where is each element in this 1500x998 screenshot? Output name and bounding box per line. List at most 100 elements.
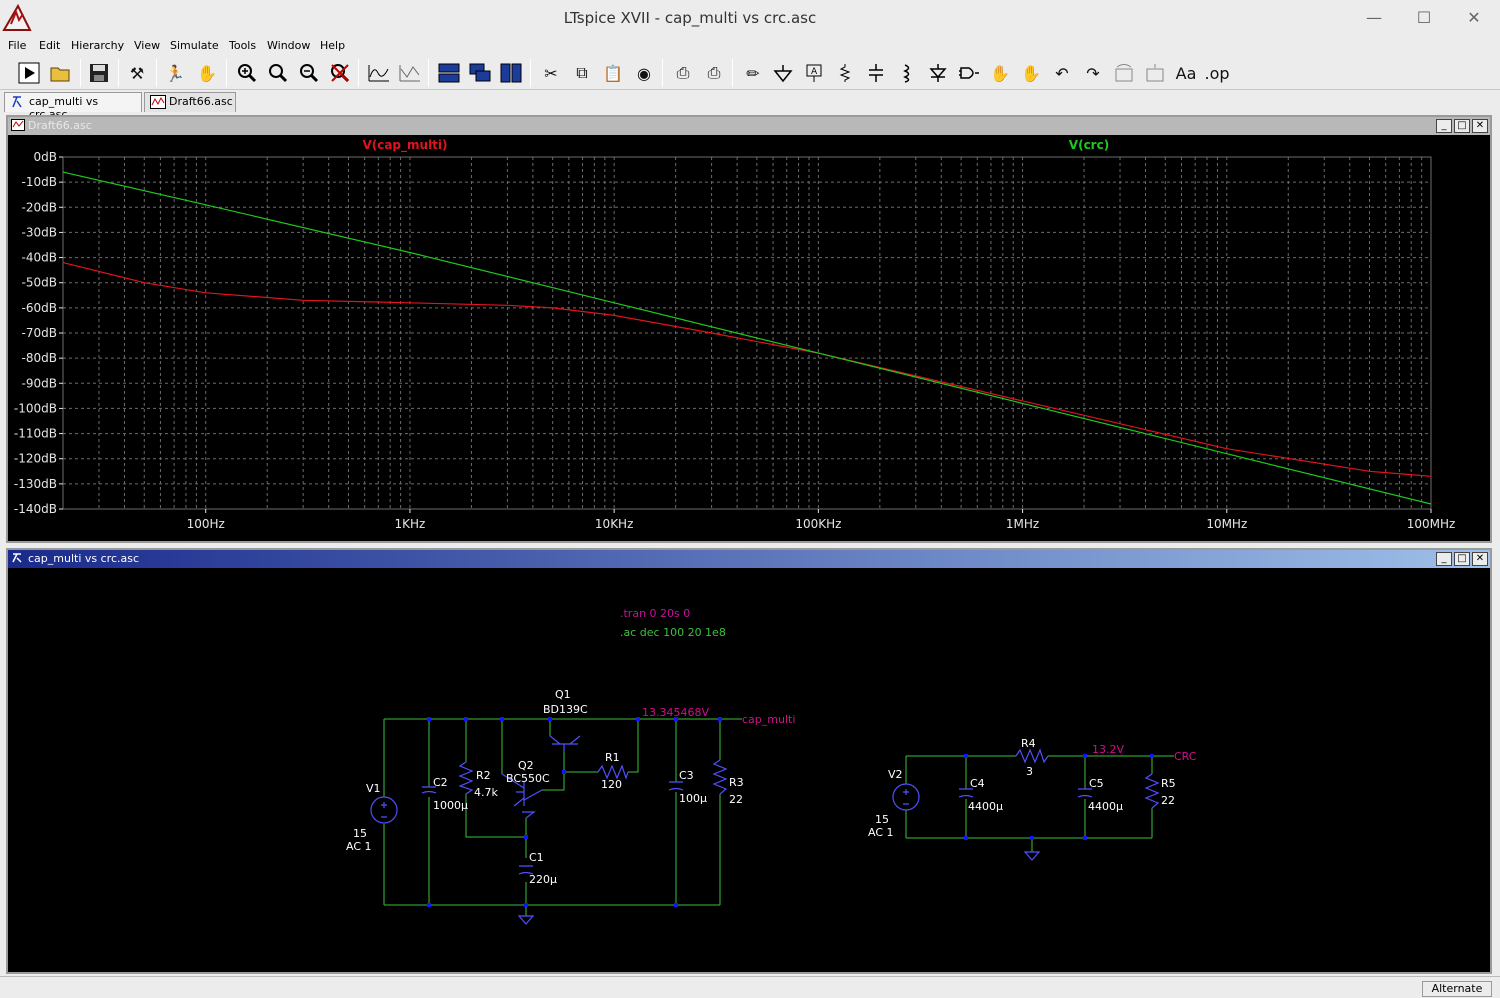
resistor-r3[interactable]	[712, 759, 728, 795]
zoom-out-icon[interactable]	[296, 61, 322, 85]
y-tick-label: -130dB	[14, 477, 57, 491]
x-tick-label: 100MHz	[1407, 517, 1456, 531]
r3-ref: R3	[729, 776, 744, 789]
net-label-cap-multi[interactable]: cap_multi	[742, 713, 795, 726]
trace-label-crc[interactable]: V(crc)	[1069, 138, 1109, 152]
print-icon[interactable]: ⎙	[670, 61, 696, 85]
capacitor-c3[interactable]	[668, 781, 684, 791]
cascade-icon[interactable]	[467, 61, 493, 85]
capacitor-c5[interactable]	[1077, 788, 1093, 798]
toolbar-separator	[118, 59, 119, 87]
transistor-q1[interactable]	[549, 735, 581, 752]
tab-cap-multi[interactable]: cap_multi vs crc.asc	[4, 92, 142, 121]
resistor-r5[interactable]	[1144, 773, 1160, 809]
resistor-icon[interactable]	[832, 61, 858, 85]
close-icon[interactable]: ✕	[1464, 8, 1484, 28]
move-icon[interactable]: ✋	[987, 61, 1013, 85]
tran-directive[interactable]: .tran 0 20s 0	[620, 607, 690, 620]
menu-simulate[interactable]: Simulate	[170, 39, 219, 52]
find-icon[interactable]: ◉	[631, 61, 657, 85]
plot-restore-icon[interactable]: □	[1454, 119, 1470, 133]
trace-cap-multi	[62, 262, 1432, 477]
waveform-icon[interactable]	[366, 61, 392, 85]
y-tick-label: -10dB	[22, 175, 57, 189]
plot-minimize-icon[interactable]: _	[1436, 119, 1452, 133]
schematic-window: cap_multi vs crc.asc _ □ ✕ .tran 0 20s 0…	[6, 548, 1492, 974]
tile-vertical-icon[interactable]	[498, 61, 524, 85]
waveform-plot[interactable]: 0dB -10dB -20dB -30dB -40dB -50dB -60dB -70dB -8…	[8, 135, 1490, 541]
ac-directive[interactable]: .ac dec 100 20 1e8	[620, 626, 726, 639]
x-tick-label: 10KHz	[595, 517, 633, 531]
ground-symbol-2[interactable]	[1023, 851, 1041, 861]
menu-file[interactable]: File	[8, 39, 26, 52]
voltage-source-v2[interactable]	[892, 783, 920, 811]
diode-icon[interactable]	[925, 61, 951, 85]
menu-help[interactable]: Help	[320, 39, 345, 52]
toolbar-separator	[156, 59, 157, 87]
schematic-window-title: cap_multi vs crc.asc	[28, 552, 140, 565]
spice-directive-icon[interactable]: .op	[1204, 61, 1230, 85]
run-icon[interactable]	[16, 61, 42, 85]
minimize-icon[interactable]: —	[1364, 8, 1384, 28]
c5-ref: C5	[1089, 777, 1104, 790]
maximize-icon[interactable]: ☐	[1414, 8, 1434, 28]
cut-icon[interactable]: ✂	[538, 61, 564, 85]
mirror-icon[interactable]	[1142, 61, 1168, 85]
plot-window-titlebar[interactable]: Draft66.asc _ □ ✕	[8, 117, 1490, 135]
menu-hierarchy[interactable]: Hierarchy	[71, 39, 124, 52]
resistor-r1[interactable]	[597, 764, 629, 780]
v2-ref: V2	[888, 768, 903, 781]
voltage-source-v1[interactable]	[370, 796, 398, 824]
copy-icon[interactable]: ⧉	[569, 61, 595, 85]
tab-bar: cap_multi vs crc.asc Draft66.asc	[0, 90, 1500, 121]
open-icon[interactable]	[48, 61, 74, 85]
plot-close-icon[interactable]: ✕	[1472, 119, 1488, 133]
status-bar: Alternate	[0, 976, 1500, 998]
node-voltage-cap-multi[interactable]: 13.345468V	[642, 706, 709, 719]
undo-icon[interactable]: ↶	[1049, 61, 1075, 85]
trace-crc	[62, 171, 1432, 505]
menu-edit[interactable]: Edit	[39, 39, 60, 52]
zoom-fit-icon[interactable]	[265, 61, 291, 85]
menu-view[interactable]: View	[134, 39, 160, 52]
capacitor-icon[interactable]	[863, 61, 889, 85]
r1-ref: R1	[605, 751, 620, 764]
control-panel-icon[interactable]: ⚒	[124, 61, 150, 85]
schematic-close-icon[interactable]: ✕	[1472, 552, 1488, 566]
pan-hand-icon[interactable]: ✋	[194, 61, 220, 85]
node-voltage-crc[interactable]: 13.2V	[1092, 743, 1124, 756]
c2-ref: C2	[433, 776, 448, 789]
tab-draft66[interactable]: Draft66.asc	[144, 92, 236, 112]
capacitor-c4[interactable]	[958, 788, 974, 798]
redo-icon[interactable]: ↷	[1080, 61, 1106, 85]
rotate-icon[interactable]	[1111, 61, 1137, 85]
ground-symbol-1[interactable]	[517, 915, 535, 925]
tile-horizontal-icon[interactable]	[436, 61, 462, 85]
trace-label-cap-multi[interactable]: V(cap_multi)	[362, 138, 447, 153]
ground-icon[interactable]	[770, 61, 796, 85]
run-stop-icon[interactable]: 🏃	[162, 61, 188, 85]
resistor-r2[interactable]	[458, 761, 474, 795]
wire[interactable]	[563, 719, 639, 773]
label-icon[interactable]: A	[801, 61, 827, 85]
zoom-cancel-icon[interactable]	[327, 61, 353, 85]
save-icon[interactable]	[86, 61, 112, 85]
inductor-icon[interactable]	[894, 61, 920, 85]
waveform-alt-icon[interactable]	[397, 61, 423, 85]
print-setup-icon[interactable]: ⎙	[701, 61, 727, 85]
r1-value: 120	[601, 778, 622, 791]
schematic-restore-icon[interactable]: □	[1454, 552, 1470, 566]
text-icon[interactable]: Aa	[1173, 61, 1199, 85]
paste-icon[interactable]: 📋	[600, 61, 626, 85]
resistor-r4[interactable]	[1015, 748, 1049, 764]
net-label-crc[interactable]: CRC	[1174, 750, 1197, 763]
menu-window[interactable]: Window	[267, 39, 310, 52]
schematic-canvas[interactable]: .tran 0 20s 0 .ac dec 100 20 1e8 V1 15 A…	[8, 568, 1490, 972]
component-icon[interactable]	[956, 61, 982, 85]
drag-icon[interactable]: ✋	[1018, 61, 1044, 85]
wire-icon[interactable]: ✏	[740, 61, 766, 85]
zoom-in-icon[interactable]	[234, 61, 260, 85]
schematic-window-titlebar[interactable]: cap_multi vs crc.asc _ □ ✕	[8, 550, 1490, 568]
schematic-minimize-icon[interactable]: _	[1436, 552, 1452, 566]
menu-tools[interactable]: Tools	[229, 39, 256, 52]
